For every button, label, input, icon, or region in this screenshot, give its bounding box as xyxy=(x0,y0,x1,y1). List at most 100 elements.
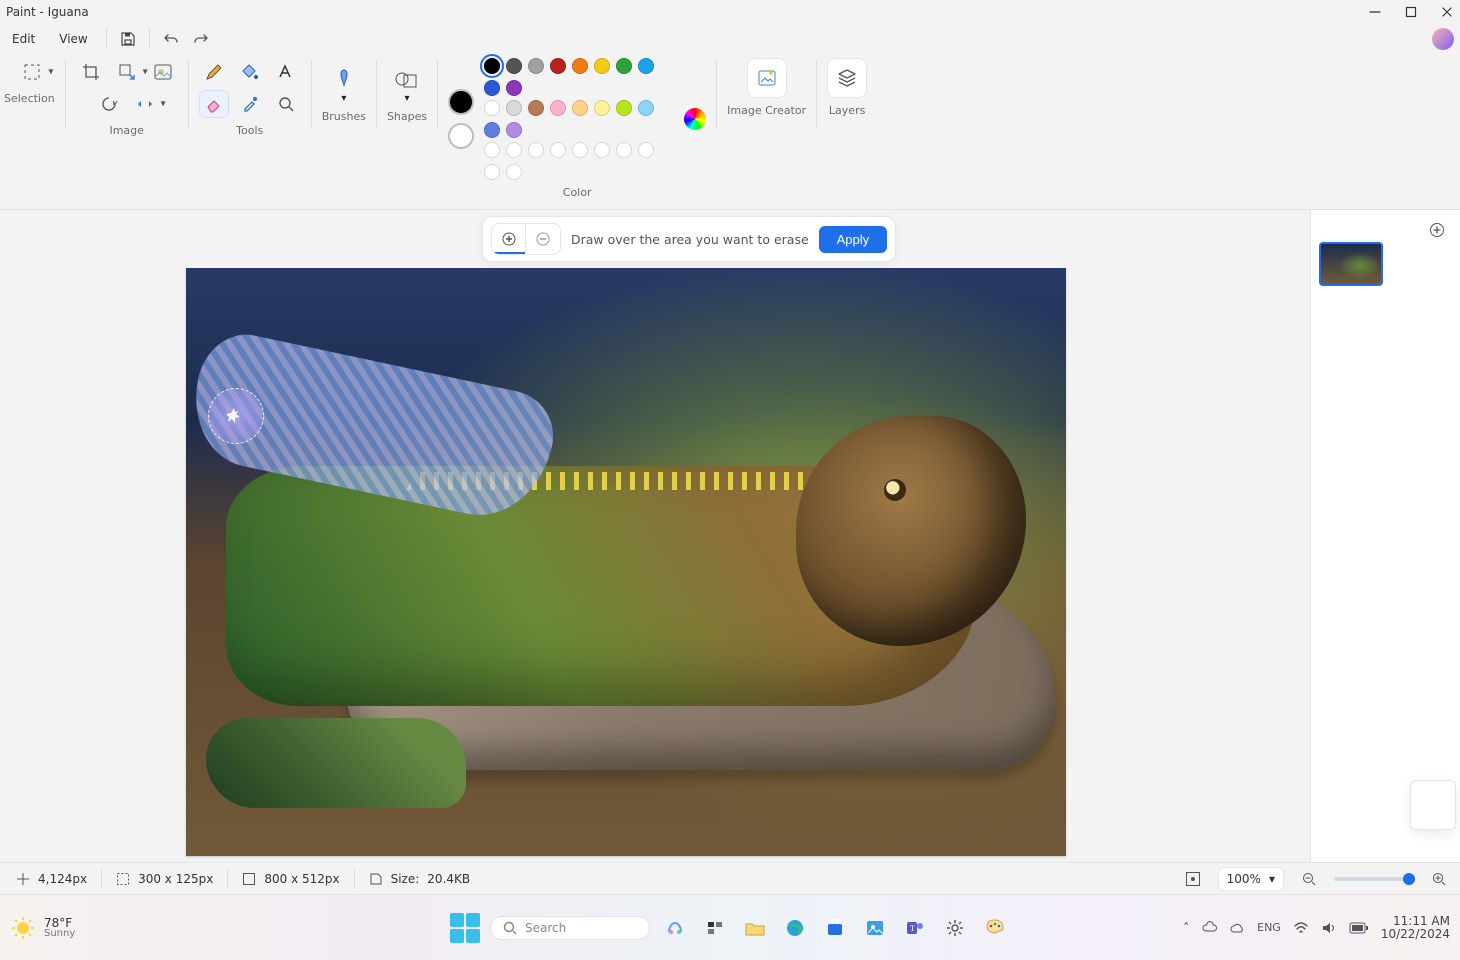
fit-to-screen-button[interactable] xyxy=(1178,865,1208,893)
swatch[interactable] xyxy=(572,58,588,74)
layers-toggle-button[interactable] xyxy=(827,58,867,98)
flip-button[interactable]: ▾ xyxy=(130,90,160,118)
store-button[interactable] xyxy=(820,913,850,943)
image-creator-button[interactable] xyxy=(747,58,787,98)
swatch[interactable] xyxy=(572,142,588,158)
paint-button[interactable] xyxy=(980,913,1010,943)
explorer-button[interactable] xyxy=(740,913,770,943)
status-dimensions: 800 x 512px xyxy=(232,863,349,894)
iguana-tail xyxy=(206,718,466,808)
settings-button[interactable] xyxy=(940,913,970,943)
resize-button[interactable]: ▾ xyxy=(112,58,142,86)
task-view-button[interactable] xyxy=(700,913,730,943)
tray-chevron-icon[interactable]: ˄ xyxy=(1183,921,1189,935)
status-cursor-value: 4,124px xyxy=(38,872,87,886)
clock-date: 10/22/2024 xyxy=(1381,928,1450,941)
color2-swatch[interactable] xyxy=(448,123,474,149)
swatch[interactable] xyxy=(550,58,566,74)
swatch[interactable] xyxy=(506,100,522,116)
apply-button[interactable]: Apply xyxy=(819,226,888,253)
swatch[interactable] xyxy=(550,142,566,158)
swatch[interactable] xyxy=(484,164,500,180)
swatch[interactable] xyxy=(572,100,588,116)
text-tool[interactable] xyxy=(271,58,301,86)
swatch[interactable] xyxy=(616,58,632,74)
battery-icon[interactable] xyxy=(1349,922,1369,934)
group-shapes: ▾ Shapes xyxy=(377,58,437,138)
swatch[interactable] xyxy=(616,100,632,116)
fill-tool[interactable] xyxy=(235,58,265,86)
swatch[interactable] xyxy=(616,142,632,158)
swatch[interactable] xyxy=(594,100,610,116)
window-title: Paint - Iguana xyxy=(6,5,89,19)
zoom-slider[interactable] xyxy=(1334,877,1414,881)
weather-widget[interactable]: 78°F Sunny xyxy=(44,917,75,939)
edit-colors-button[interactable] xyxy=(684,108,706,130)
swatch[interactable] xyxy=(594,58,610,74)
teams-button[interactable]: T xyxy=(900,913,930,943)
undo-button[interactable] xyxy=(156,25,186,53)
start-button[interactable] xyxy=(450,913,480,943)
select-tool[interactable]: ▾ xyxy=(17,58,47,86)
swatch[interactable] xyxy=(484,122,500,138)
erase-cursor xyxy=(208,388,264,444)
taskbar-search[interactable]: Search xyxy=(490,916,650,940)
swatch[interactable] xyxy=(528,100,544,116)
copilot-button[interactable] xyxy=(660,913,690,943)
swatch[interactable] xyxy=(484,80,500,96)
zoom-combo[interactable]: 100% ▾ xyxy=(1218,867,1284,891)
swatch[interactable] xyxy=(638,58,654,74)
magnifier-tool[interactable] xyxy=(271,90,301,118)
swatch[interactable] xyxy=(528,142,544,158)
user-avatar[interactable] xyxy=(1432,28,1454,50)
brushes-dropdown[interactable]: ▾ xyxy=(326,58,362,104)
zoom-in-button[interactable] xyxy=(1424,865,1454,893)
layer-thumbnail[interactable] xyxy=(1319,242,1383,286)
canvas[interactable] xyxy=(186,268,1066,856)
layer-popup[interactable] xyxy=(1410,780,1456,830)
swatch[interactable] xyxy=(506,58,522,74)
remove-bg-button[interactable] xyxy=(148,58,178,86)
wifi-icon[interactable] xyxy=(1293,920,1309,936)
color1-swatch[interactable] xyxy=(448,89,474,115)
group-color-label: Color xyxy=(563,186,592,199)
close-button[interactable] xyxy=(1440,5,1454,19)
rotate-button[interactable] xyxy=(94,90,124,118)
swatch[interactable] xyxy=(484,58,500,74)
color-picker-tool[interactable] xyxy=(235,90,265,118)
minimize-button[interactable] xyxy=(1368,5,1382,19)
pencil-tool[interactable] xyxy=(199,58,229,86)
photos-button[interactable] xyxy=(860,913,890,943)
shapes-dropdown[interactable]: ▾ xyxy=(389,58,425,104)
ime-indicator[interactable]: ENG xyxy=(1257,921,1281,934)
menu-edit[interactable]: Edit xyxy=(0,28,47,50)
swatch[interactable] xyxy=(506,80,522,96)
swatch[interactable] xyxy=(484,142,500,158)
group-selection: ▾ Selection xyxy=(0,58,65,138)
save-button[interactable] xyxy=(113,25,143,53)
swatch[interactable] xyxy=(528,58,544,74)
swatch[interactable] xyxy=(594,142,610,158)
swatch[interactable] xyxy=(506,142,522,158)
swatch[interactable] xyxy=(506,122,522,138)
onedrive-icon[interactable] xyxy=(1201,920,1217,936)
menu-view[interactable]: View xyxy=(47,28,99,50)
edge-button[interactable] xyxy=(780,913,810,943)
swatch[interactable] xyxy=(484,100,500,116)
clock-time: 11:11 AM xyxy=(1393,915,1450,928)
eraser-tool[interactable] xyxy=(199,90,229,118)
crop-button[interactable] xyxy=(76,58,106,86)
swatch[interactable] xyxy=(550,100,566,116)
maximize-button[interactable] xyxy=(1404,5,1418,19)
taskbar-clock[interactable]: 11:11 AM 10/22/2024 xyxy=(1381,915,1450,940)
swatch[interactable] xyxy=(638,100,654,116)
brush-increase-button[interactable] xyxy=(492,224,526,254)
cloud-icon[interactable] xyxy=(1229,920,1245,936)
volume-icon[interactable] xyxy=(1321,920,1337,936)
redo-button[interactable] xyxy=(186,25,216,53)
swatch[interactable] xyxy=(638,142,654,158)
swatch[interactable] xyxy=(506,164,522,180)
zoom-out-button[interactable] xyxy=(1294,865,1324,893)
add-layer-button[interactable] xyxy=(1422,216,1452,244)
brush-decrease-button[interactable] xyxy=(526,224,560,254)
